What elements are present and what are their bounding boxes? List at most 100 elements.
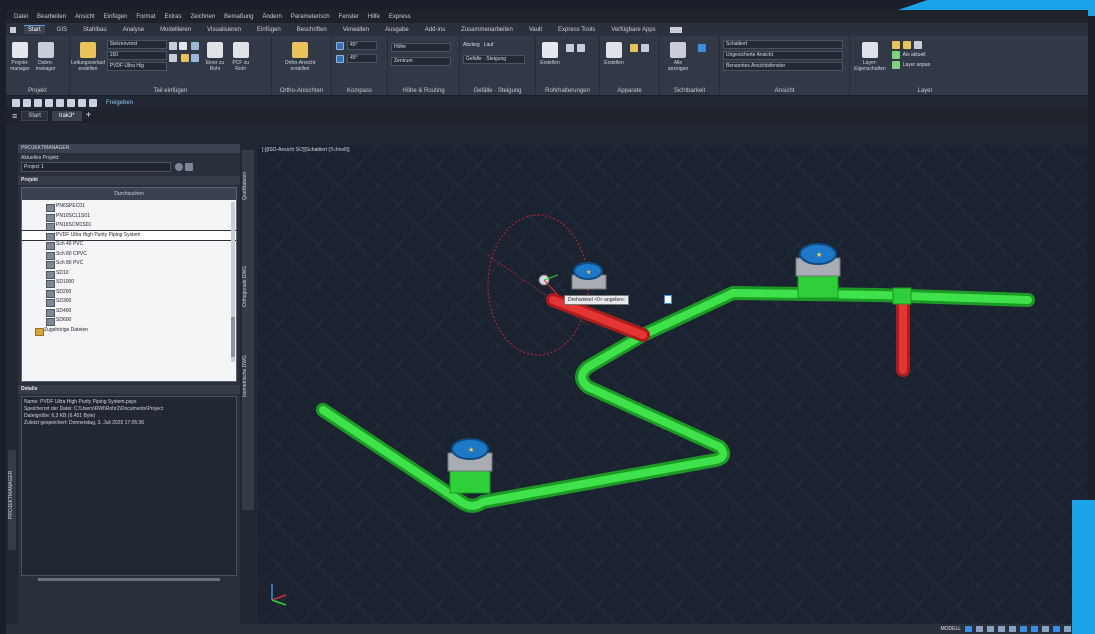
tree-item[interactable]: SD200: [22, 288, 236, 297]
ortho-ansicht-button[interactable]: Ortho-Ansicht erstellen: [275, 38, 325, 72]
menu-item[interactable]: Zeichnen: [190, 14, 215, 20]
alle-anzeigen-button[interactable]: Alle anzeigen: [663, 38, 693, 72]
rohrhalterung-erstellen-button[interactable]: Erstellen: [539, 38, 561, 66]
tree-folder[interactable]: Zugehörige Dateien: [22, 326, 236, 335]
workspace-gear-icon[interactable]: [1064, 626, 1071, 632]
insert-tool-icon[interactable]: [191, 54, 200, 62]
ribbon-toggle-icon[interactable]: [669, 26, 682, 33]
layer-eigenschaften-button[interactable]: Layer-Eigenschaften: [853, 38, 887, 72]
ribbon-tab[interactable]: Beschriften: [293, 26, 331, 34]
equipment-tool-icon[interactable]: [629, 44, 638, 52]
tree-item[interactable]: PN6SPEC01: [22, 202, 236, 212]
tree-item[interactable]: PN10SCL1S01: [22, 212, 236, 221]
ribbon-tab[interactable]: Verfügbare Apps: [607, 26, 659, 34]
tree-item[interactable]: PN16SCM1S01: [22, 221, 236, 231]
search-field[interactable]: Durchsuchen: [22, 188, 236, 200]
save-as-icon[interactable]: [45, 98, 53, 107]
side-tab-iso[interactable]: Isometrische DWG: [242, 346, 248, 406]
layer-tool-icon[interactable]: [891, 51, 900, 59]
set-current-layer[interactable]: Als aktuell: [903, 52, 926, 58]
ribbon-tab[interactable]: Start: [24, 25, 45, 34]
ribbon-tab[interactable]: Einfügen: [253, 26, 285, 34]
tree-item[interactable]: SD600: [22, 316, 236, 326]
spec-combo[interactable]: Stelzenvorst: [106, 40, 167, 49]
tree-item[interactable]: Sch 40 PVC: [22, 240, 236, 250]
menu-item[interactable]: Bemaßung: [224, 14, 253, 20]
elevation-field[interactable]: Höhe: [391, 43, 451, 52]
ribbon-tab[interactable]: Add-ins: [421, 26, 449, 34]
pcf-zu-rohr-button[interactable]: PCF zu Rohr: [230, 38, 252, 72]
hamburger-icon[interactable]: ≡: [12, 111, 17, 121]
annotation-scale-icon[interactable]: [1053, 626, 1060, 632]
equipment-tool-icon[interactable]: [641, 44, 650, 52]
ribbon-tab[interactable]: Ausgabe: [381, 26, 413, 34]
abstieg-label[interactable]: Abstieg: [463, 42, 480, 48]
current-project-combo[interactable]: Project 1: [21, 162, 171, 172]
side-tab-ortho[interactable]: Orthogonale DWG: [242, 256, 248, 316]
isodraft-toggle-icon[interactable]: [1009, 626, 1016, 632]
ribbon-tab[interactable]: Vault: [525, 26, 546, 34]
size-combo[interactable]: 150: [106, 51, 167, 60]
menu-item[interactable]: Format: [136, 14, 155, 20]
ribbon-tab[interactable]: Modellieren: [156, 26, 195, 34]
tree-scroll-thumb[interactable]: [231, 317, 235, 357]
details-scrollbar[interactable]: [38, 578, 220, 581]
side-tab-source[interactable]: Quelldateien: [242, 156, 248, 216]
angle-combo-1[interactable]: 45°: [347, 41, 377, 50]
justification-combo[interactable]: Zentrum: [391, 57, 451, 66]
dynamic-input-box[interactable]: [664, 295, 672, 304]
application-menu-icon[interactable]: [10, 26, 16, 33]
insert-tool-icon[interactable]: [191, 42, 200, 50]
menu-item[interactable]: Fenster: [339, 14, 359, 20]
viewport-config-combo[interactable]: Benanntes Ansichtsfenster: [723, 62, 843, 71]
menu-item[interactable]: Hilfe: [368, 14, 380, 20]
menu-item[interactable]: Ansicht: [75, 14, 95, 20]
apparat-erstellen-button[interactable]: Erstellen: [603, 38, 625, 66]
projektmanager-button[interactable]: Projekt-manager: [9, 38, 31, 72]
compass-snap-icon[interactable]: [336, 55, 344, 63]
new-icon[interactable]: [12, 98, 20, 107]
layer-tool-icon[interactable]: [891, 61, 900, 69]
plot-icon[interactable]: [67, 98, 75, 107]
tree-item[interactable]: SD10: [22, 269, 236, 278]
tree-item[interactable]: Sch 80 PVC: [22, 259, 236, 269]
ribbon-tab[interactable]: GIS: [53, 26, 71, 34]
menu-item[interactable]: Ändern: [263, 14, 282, 20]
osnap-toggle-icon[interactable]: [1020, 626, 1027, 632]
ribbon-tab[interactable]: Verwalten: [339, 26, 373, 34]
datenmanager-button[interactable]: Daten-manager: [35, 38, 57, 72]
menu-item[interactable]: Express: [389, 14, 411, 20]
tab-drawing[interactable]: trak3*: [51, 111, 82, 121]
save-icon[interactable]: [34, 98, 42, 107]
menu-item[interactable]: Parameterisch: [291, 14, 330, 20]
insert-tool-icon[interactable]: [181, 54, 190, 62]
compass-icon[interactable]: [336, 42, 344, 50]
3dosnap-toggle-icon[interactable]: [1031, 626, 1038, 632]
einer-zu-rohr-button[interactable]: Einer zu Rohr: [204, 38, 226, 72]
undo-icon[interactable]: [78, 98, 86, 107]
ortho-toggle-icon[interactable]: [987, 626, 994, 632]
tree-scrollbar[interactable]: [231, 202, 235, 362]
drawing-viewport[interactable]: [-][ISO-Ansicht SO][Schattiert (Schnell)…: [258, 145, 1088, 625]
slope-field[interactable]: Gefälle · Steigung: [463, 55, 525, 64]
ribbon-tab[interactable]: Analyse: [119, 26, 148, 34]
side-tab-projektmanager[interactable]: PROJEKTMANAGER: [8, 450, 14, 540]
ribbon-tab[interactable]: Zusammenarbeiten: [457, 26, 517, 34]
ribbon-tab[interactable]: Stahlbau: [79, 26, 111, 34]
lauf-label[interactable]: Lauf: [484, 42, 494, 48]
leitungsverlauf-button[interactable]: Leitungsverlauf erstellen: [71, 38, 105, 72]
new-tab-icon[interactable]: +: [86, 111, 92, 121]
share-button[interactable]: Freigeben: [106, 100, 133, 106]
redo-icon[interactable]: [89, 98, 97, 107]
menu-item[interactable]: Bearbeiten: [37, 14, 66, 20]
insert-tool-icon[interactable]: [169, 54, 178, 62]
model-space-label[interactable]: MODELL: [940, 626, 961, 632]
piping-spec-combo[interactable]: PVDF Ultra Hig: [106, 62, 167, 71]
support-tool-icon[interactable]: [565, 44, 574, 52]
ribbon-tab[interactable]: Express Tools: [554, 26, 599, 34]
snap-toggle-icon[interactable]: [976, 626, 983, 632]
insert-tool-icon[interactable]: [169, 42, 178, 50]
tree-item[interactable]: SD400: [22, 307, 236, 316]
visual-style-combo[interactable]: Schattiert: [723, 40, 843, 49]
insert-tool-icon[interactable]: [179, 42, 188, 50]
